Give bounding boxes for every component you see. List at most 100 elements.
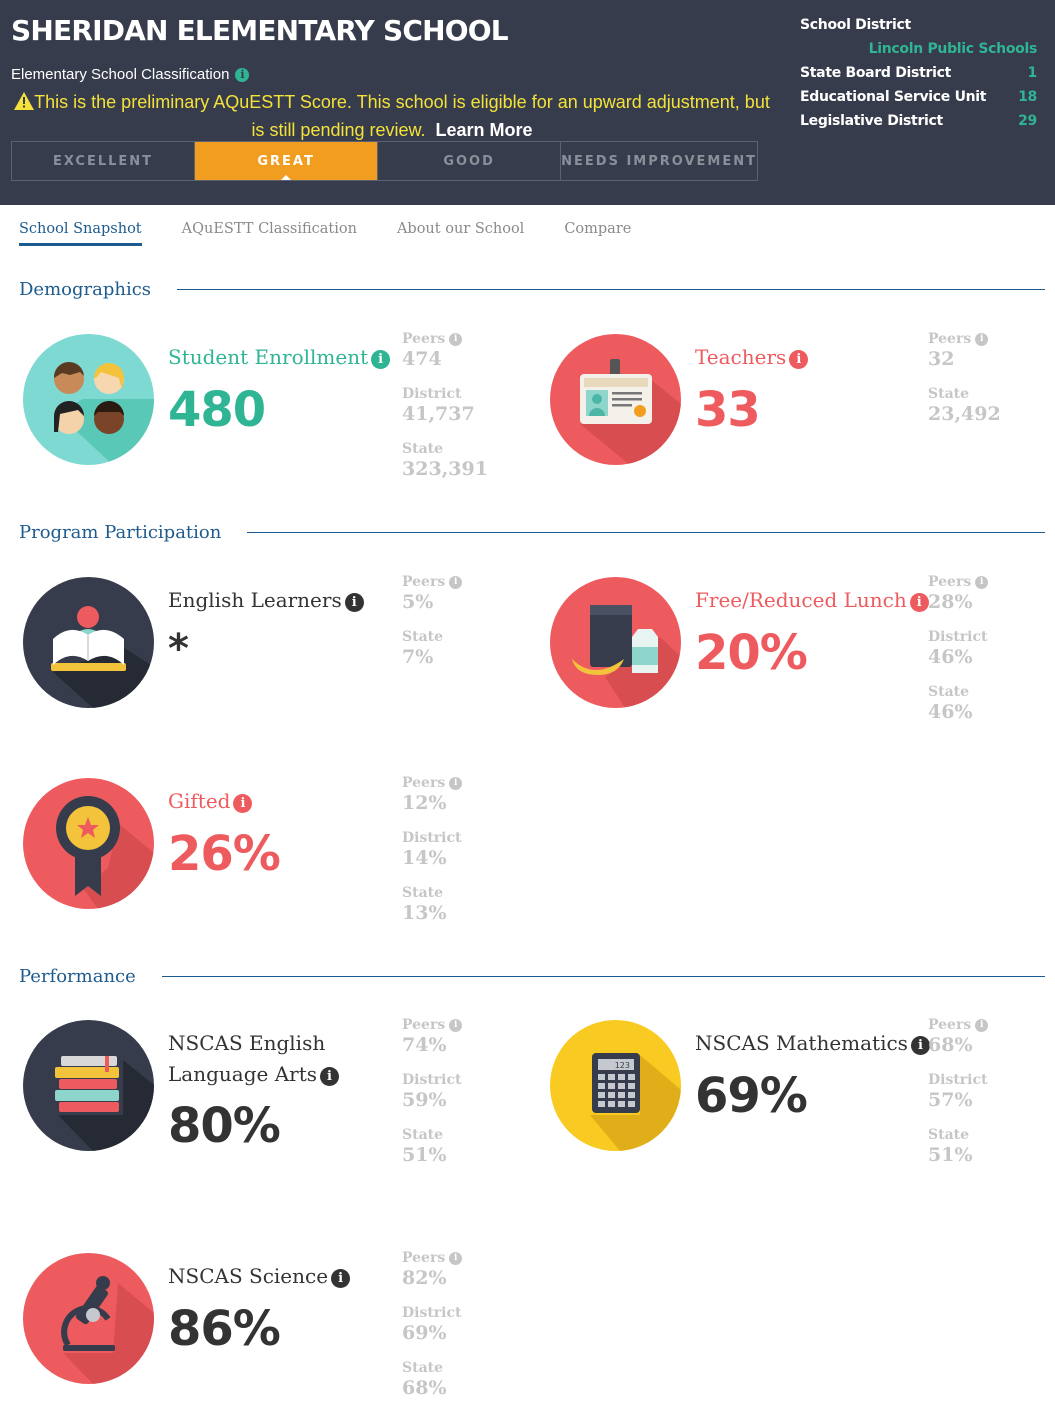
school-district-value[interactable]: Lincoln Public Schools [869, 41, 1038, 57]
classification-row: Elementary School Classification i [11, 66, 250, 83]
section-title: Program Participation [19, 522, 222, 543]
stat-student-enrollment: Student Enrollment i 480 Peers i 474 Distri… [23, 331, 503, 494]
tab-aquestt-classification[interactable]: AQuESTT Classification [182, 221, 357, 246]
stat-value: 26% [168, 826, 281, 882]
calculator-icon: 123 [550, 1020, 681, 1151]
compare-state: State 51% [928, 1127, 973, 1166]
stat-free-reduced-lunch: Free/Reduced Lunch i 20% Peers i 28% Distri… [550, 574, 1030, 739]
section-divider [177, 289, 1045, 290]
section-divider [247, 532, 1045, 533]
legislative-value: 29 [1018, 113, 1037, 129]
stat-compare: Peers i 12% District 14% State 13% [402, 775, 463, 940]
tab-about-our-school[interactable]: About our School [397, 221, 524, 246]
compare-peers: Peers i 474 [402, 331, 488, 386]
compare-peers: Peers i 74% [402, 1017, 463, 1072]
school-header: SHERIDAN ELEMENTARY SCHOOL Elementary Sc… [0, 0, 1055, 205]
rating-good[interactable]: GOOD [378, 142, 562, 180]
stat-english-learners: English Learners i * Peers i 5% State 7% [23, 574, 503, 717]
rating-bar: EXCELLENT GREAT GOOD NEEDS IMPROVEMENT [11, 141, 758, 181]
rating-great[interactable]: GREAT [195, 142, 379, 180]
stat-value: 86% [168, 1301, 281, 1357]
english-learners-info-icon[interactable]: i [344, 593, 364, 612]
stat-nscas-science: NSCAS Science i 86% Peers i 82% District 69%… [23, 1250, 503, 1414]
peers-info-icon[interactable]: i [449, 1251, 463, 1265]
rating-excellent[interactable]: EXCELLENT [12, 142, 196, 180]
stat-value: 80% [168, 1098, 281, 1154]
compare-district: District 69% [402, 1305, 462, 1344]
peers-info-icon[interactable]: i [975, 332, 989, 346]
section-program-participation: Program Participation [19, 522, 1045, 543]
enrollment-info-icon[interactable]: i [371, 350, 391, 369]
science-info-icon[interactable]: i [331, 1269, 351, 1288]
legislative-label: Legislative District [800, 113, 943, 129]
peers-info-icon[interactable]: i [449, 776, 463, 790]
compare-peers: Peers i 12% [402, 775, 463, 830]
tab-school-snapshot[interactable]: School Snapshot [19, 221, 142, 246]
stat-value: 33 [695, 382, 761, 438]
peers-info-icon[interactable]: i [449, 332, 463, 346]
stat-label: NSCAS Science i [168, 1261, 351, 1292]
lunch-info-icon[interactable]: i [909, 593, 929, 612]
warning-icon [14, 92, 35, 110]
compare-district: District 46% [928, 629, 988, 668]
ela-info-icon[interactable]: i [320, 1067, 339, 1086]
stat-label: NSCAS English Language Arts i [168, 1028, 339, 1090]
compare-peers: Peers i 32 [928, 331, 1001, 386]
esu-value: 18 [1018, 89, 1037, 105]
classification-label: Elementary School Classification [11, 66, 230, 83]
compare-state: State 7% [402, 629, 444, 668]
compare-state: State 51% [402, 1127, 447, 1166]
stat-nscas-ela: NSCAS English Language Arts i 80% Peers i 74… [23, 1017, 503, 1180]
school-title: SHERIDAN ELEMENTARY SCHOOL [11, 14, 509, 47]
lunch-bag-icon [550, 577, 681, 708]
compare-state: State 68% [402, 1360, 447, 1399]
stat-teachers: Teachers i 33 Peers i 32 State 23,492 [550, 331, 1030, 494]
compare-state: State 23,492 [928, 386, 1001, 425]
compare-peers: Peers i 82% [402, 1250, 463, 1305]
stat-compare: Peers i 82% District 69% State 68% [402, 1250, 463, 1414]
compare-state: State 46% [928, 684, 973, 723]
stat-label: Student Enrollment i [168, 342, 391, 373]
stat-label: Free/Reduced Lunch i [695, 585, 929, 616]
classification-info-icon[interactable]: i [235, 67, 250, 82]
compare-district: District 41,737 [402, 386, 475, 425]
teachers-info-icon[interactable]: i [789, 350, 809, 369]
tab-compare[interactable]: Compare [564, 221, 631, 246]
peers-info-icon[interactable]: i [449, 1018, 463, 1032]
compare-district: District 57% [928, 1072, 988, 1111]
stat-compare: Peers i 32 State 23,492 [928, 331, 1001, 441]
peers-info-icon[interactable]: i [975, 1018, 989, 1032]
stat-compare: Peers i 28% District 46% State 46% [928, 574, 989, 739]
compare-district: District 59% [402, 1072, 462, 1111]
section-performance: Performance [19, 966, 1045, 987]
section-title: Performance [19, 966, 136, 987]
calculator-display-text: 123 [615, 1061, 630, 1070]
preliminary-warning: This is the preliminary AQuESTT Score. T… [11, 88, 773, 144]
students-icon [23, 334, 154, 465]
stat-label: NSCAS Mathematics i [695, 1028, 930, 1059]
peers-info-icon[interactable]: i [449, 575, 463, 589]
stat-label: English Learners i [168, 585, 364, 616]
school-district-label: School District [800, 17, 911, 33]
stat-label: Gifted i [168, 786, 253, 817]
section-divider [161, 976, 1045, 977]
compare-state: State 323,391 [402, 441, 488, 480]
stat-value: 20% [695, 625, 808, 681]
stat-nscas-math: 123 NSCAS Mathematics i 69% Peers i 68% Dis… [550, 1017, 1030, 1182]
stat-compare: Peers i 68% District 57% State 51% [928, 1017, 989, 1182]
compare-district: District 14% [402, 830, 462, 869]
id-badge-icon [550, 334, 681, 465]
peers-info-icon[interactable]: i [975, 575, 989, 589]
award-ribbon-icon [23, 778, 154, 909]
section-demographics: Demographics [19, 279, 1045, 300]
compare-state: State 13% [402, 885, 447, 924]
rating-needs-improvement[interactable]: NEEDS IMPROVEMENT [561, 142, 757, 180]
compare-peers: Peers i 5% [402, 574, 463, 629]
learn-more-link[interactable]: Learn More [436, 120, 533, 140]
esu-label: Educational Service Unit [800, 89, 987, 105]
tab-bar: School Snapshot AQuESTT Classification A… [19, 221, 671, 246]
state-board-label: State Board District [800, 65, 951, 81]
gifted-info-icon[interactable]: i [233, 794, 253, 813]
compare-peers: Peers i 28% [928, 574, 989, 629]
compare-peers: Peers i 68% [928, 1017, 989, 1072]
